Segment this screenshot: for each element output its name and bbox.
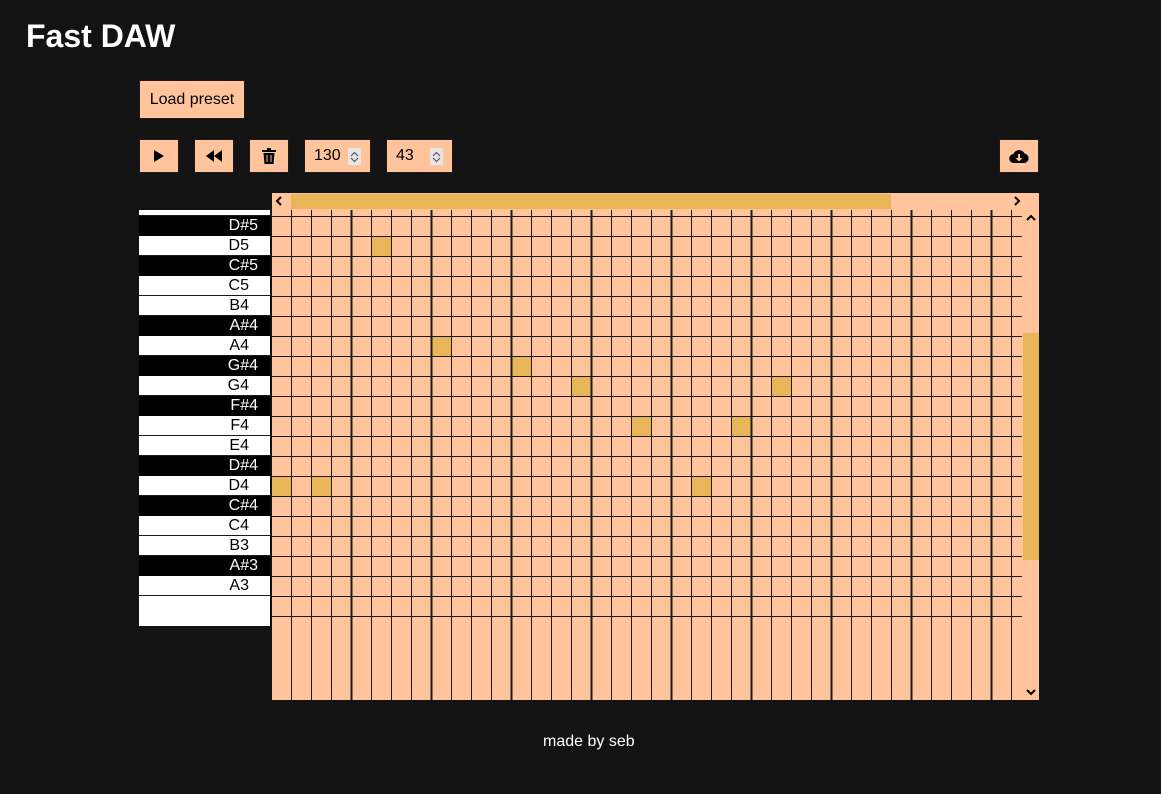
piano-key-d-sharp4[interactable]: D#4	[139, 456, 270, 476]
bpm-stepper[interactable]	[348, 148, 361, 165]
piano-key-c4[interactable]: C4	[139, 516, 270, 536]
active-note-f4-step-23[interactable]	[732, 416, 752, 436]
active-note-g4-step-25[interactable]	[772, 376, 792, 396]
grid-background	[272, 210, 1022, 700]
play-button[interactable]	[139, 139, 179, 173]
cloud-download-icon	[1009, 149, 1029, 163]
piano-key-b4[interactable]: B4	[139, 296, 270, 316]
scroll-left-icon[interactable]	[275, 196, 283, 206]
play-icon	[154, 150, 164, 162]
scroll-right-icon[interactable]	[1013, 196, 1021, 206]
app-title: Fast DAW	[26, 18, 176, 54]
scroll-up-icon[interactable]	[1026, 214, 1036, 222]
active-note-d4-step-0[interactable]	[272, 476, 292, 496]
piano-key-c-sharp4[interactable]: C#4	[139, 496, 270, 516]
active-note-a4-step-8[interactable]	[432, 336, 452, 356]
scroll-down-icon[interactable]	[1026, 688, 1036, 696]
horizontal-scroll-thumb[interactable]	[291, 194, 891, 209]
active-note-f4-step-18[interactable]	[632, 416, 652, 436]
vertical-scrollbar[interactable]	[1022, 210, 1039, 700]
piano-key-c-sharp5[interactable]: C#5	[139, 256, 270, 276]
piano-key-g4[interactable]: G4	[139, 376, 270, 396]
piano-key-g-sharp4[interactable]: G#4	[139, 356, 270, 376]
piano-key-a-sharp4[interactable]: A#4	[139, 316, 270, 336]
rewind-icon	[206, 150, 222, 162]
piano-roll: D#5 D5 C#5 C5 B4 A#4 A4 G#4 G4 F#4 F4 E4 D#4 D4 C#4 C4 B…	[139, 193, 1039, 700]
steps-value: 43	[396, 147, 414, 164]
piano-key-d4[interactable]: D4	[139, 476, 270, 496]
piano-key-e4[interactable]: E4	[139, 436, 270, 456]
piano-key-a-sharp3[interactable]: A#3	[139, 556, 270, 576]
note-grid[interactable]	[272, 210, 1022, 700]
active-note-d5-step-5[interactable]	[372, 236, 392, 256]
active-note-d4-step-21[interactable]	[692, 476, 712, 496]
piano-key-b3[interactable]: B3	[139, 536, 270, 556]
load-preset-button[interactable]: Load preset	[139, 80, 245, 119]
piano-keys: D#5 D5 C#5 C5 B4 A#4 A4 G#4 G4 F#4 F4 E4 D#4 D4 C#4 C4 B…	[139, 210, 270, 626]
steps-input[interactable]: 43	[386, 139, 453, 173]
rewind-button[interactable]	[194, 139, 234, 173]
piano-key-d5[interactable]: D5	[139, 236, 270, 256]
steps-stepper[interactable]	[430, 148, 443, 165]
trash-icon	[262, 148, 276, 164]
piano-key-a3[interactable]: A3	[139, 576, 270, 596]
piano-key-a4[interactable]: A4	[139, 336, 270, 356]
active-note-g4-step-15[interactable]	[572, 376, 592, 396]
piano-key-d-sharp5[interactable]: D#5	[139, 216, 270, 236]
active-note-g-sharp4-step-12[interactable]	[512, 356, 532, 376]
horizontal-scrollbar[interactable]	[272, 193, 1039, 210]
bpm-input[interactable]: 130	[304, 139, 371, 173]
piano-key-f4[interactable]: F4	[139, 416, 270, 436]
piano-key-c5[interactable]: C5	[139, 276, 270, 296]
piano-key-f-sharp4[interactable]: F#4	[139, 396, 270, 416]
vertical-scroll-thumb[interactable]	[1023, 333, 1039, 560]
clear-button[interactable]	[249, 139, 289, 173]
active-note-d4-step-2[interactable]	[312, 476, 332, 496]
export-button[interactable]	[999, 139, 1039, 173]
bpm-value: 130	[314, 147, 341, 164]
footer-credit: made by seb	[543, 733, 635, 750]
